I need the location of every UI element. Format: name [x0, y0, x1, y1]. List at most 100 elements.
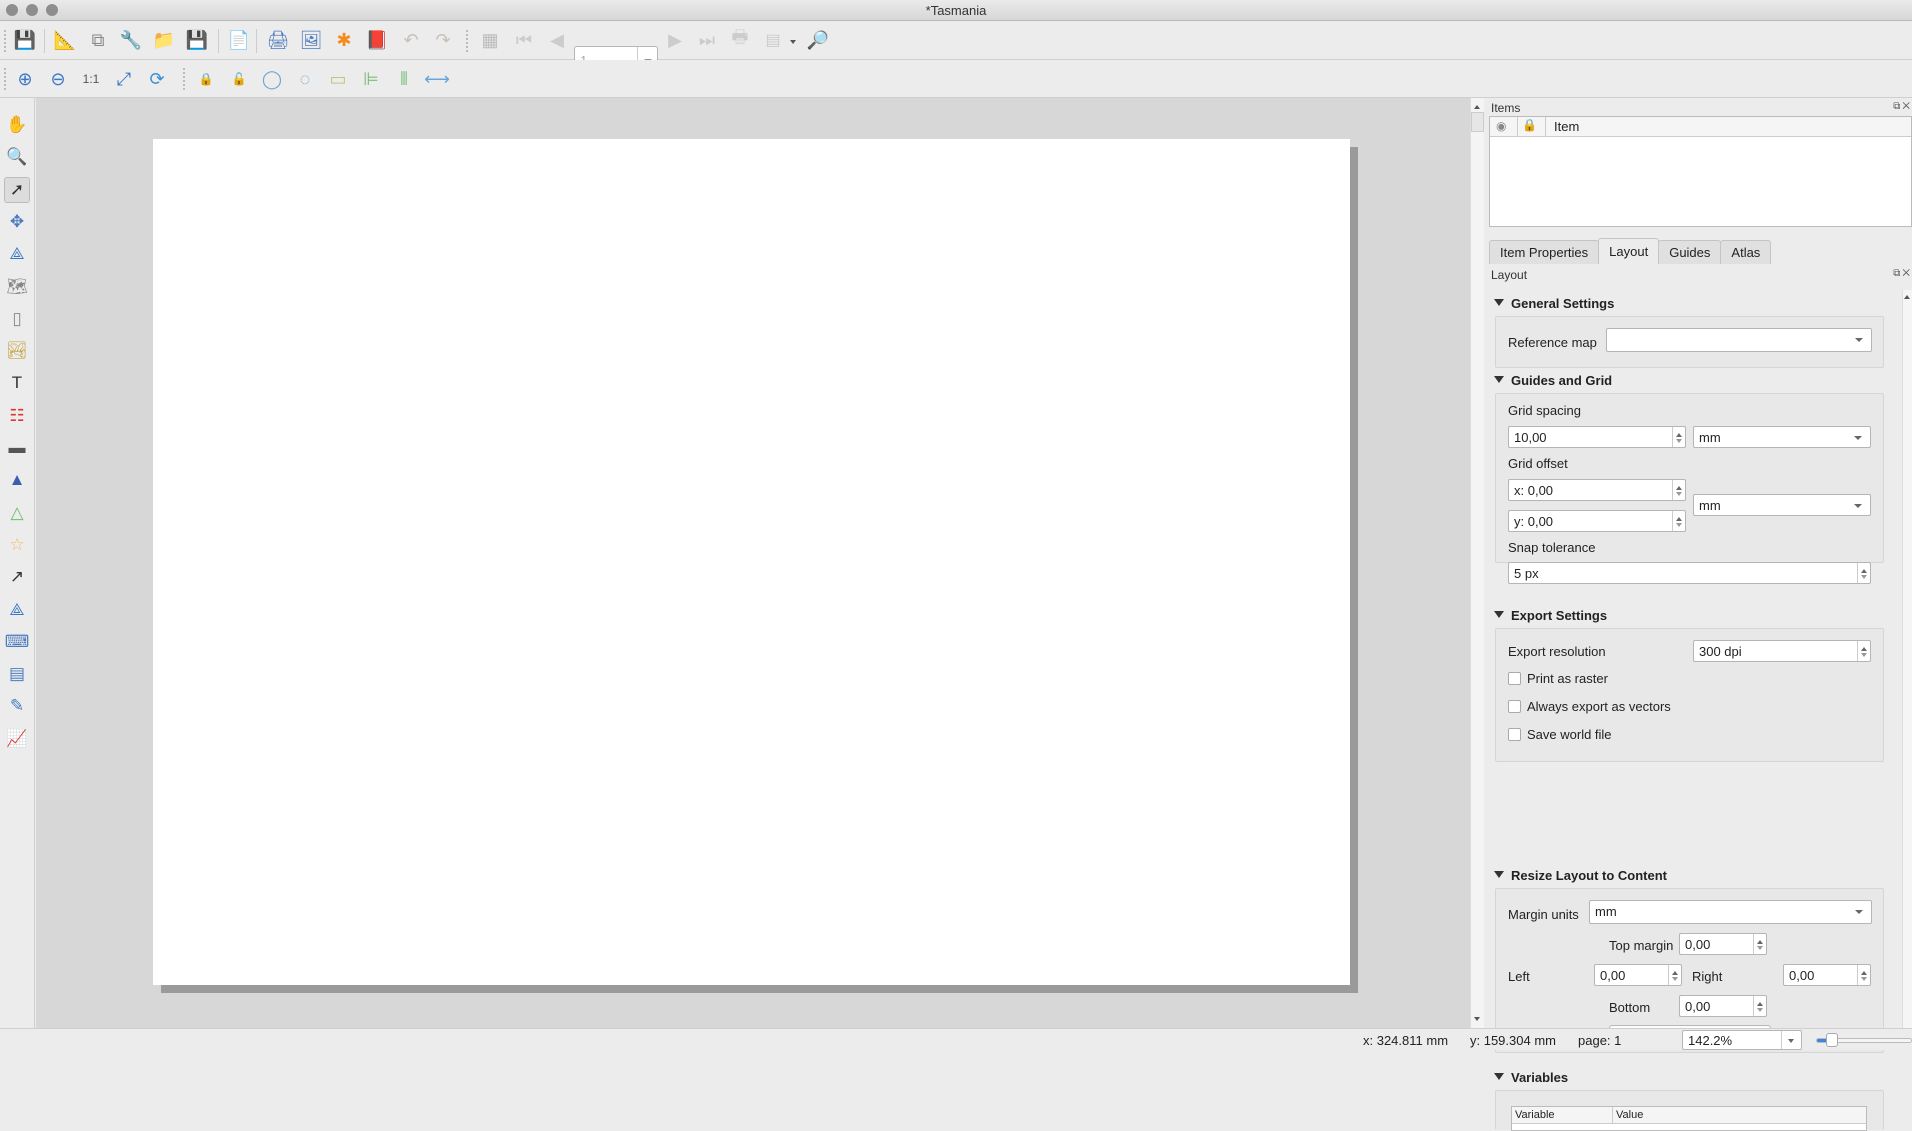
general-settings-header[interactable]: General Settings — [1494, 296, 1614, 311]
dock-float-close-icons[interactable]: ⧉✕ — [1893, 268, 1912, 279]
zoom-slider-handle[interactable] — [1826, 1033, 1839, 1047]
export-svg-icon[interactable]: ✱ — [331, 27, 357, 53]
grid-offset-x-input[interactable]: x: 0,00 — [1508, 479, 1686, 501]
toolbar-grip[interactable] — [4, 68, 8, 90]
top-margin-input[interactable]: 0,00 — [1679, 933, 1767, 955]
layout-page[interactable] — [153, 139, 1350, 985]
scroll-up-icon[interactable] — [1904, 292, 1910, 299]
first-feature-icon[interactable]: ⏮ — [511, 27, 537, 53]
add-legend-icon[interactable]: ☷ — [4, 403, 30, 429]
print-icon[interactable]: 🖨 — [265, 27, 291, 53]
print-atlas-icon[interactable]: 🖶 — [727, 27, 753, 53]
add-map-icon[interactable]: 🗺 — [4, 274, 30, 300]
lock-column-icon[interactable]: 🔒 — [1522, 118, 1537, 132]
edit-nodes-icon[interactable]: ⟁ — [4, 241, 30, 267]
variable-column-header[interactable]: Variable — [1515, 1109, 1555, 1121]
print-as-raster-label[interactable]: Print as raster — [1527, 671, 1608, 686]
toolbar-grip[interactable] — [183, 68, 187, 90]
resize-layout-header[interactable]: Resize Layout to Content — [1494, 868, 1667, 883]
variables-header[interactable]: Variables — [1494, 1070, 1568, 1085]
value-column-header[interactable]: Value — [1616, 1109, 1643, 1121]
zoom-combo[interactable]: 142.2% — [1682, 1030, 1802, 1050]
dock-float-close-icons[interactable]: ⧉✕ — [1893, 101, 1912, 112]
add-pages-icon[interactable]: 📄 — [226, 27, 252, 53]
save-world-file-checkbox[interactable] — [1508, 728, 1521, 741]
snap-tolerance-input[interactable]: 5 px — [1508, 562, 1871, 584]
export-image-icon[interactable]: 🖼 — [298, 27, 324, 53]
scroll-up-icon[interactable] — [1474, 102, 1480, 109]
add-scalebar-icon[interactable]: ▬ — [4, 435, 30, 461]
refresh-icon[interactable]: ⟳ — [144, 66, 170, 92]
lock-items-icon[interactable]: 🔒 — [193, 66, 219, 92]
spinner-arrows-icon[interactable] — [1857, 965, 1870, 985]
print-as-raster-checkbox[interactable] — [1508, 672, 1521, 685]
atlas-settings-icon[interactable]: 🔎 — [805, 27, 831, 53]
export-settings-header[interactable]: Export Settings — [1494, 608, 1607, 623]
redo-icon[interactable]: ↷ — [430, 27, 456, 53]
last-feature-icon[interactable]: ⏭ — [694, 27, 720, 53]
add-label-icon[interactable]: T — [4, 370, 30, 396]
spinner-arrows-icon[interactable] — [1753, 934, 1766, 954]
tab-guides[interactable]: Guides — [1658, 240, 1722, 264]
grid-spacing-unit-combo[interactable]: mm — [1693, 426, 1871, 448]
item-column-header[interactable]: Item — [1554, 119, 1579, 134]
distribute-items-icon[interactable]: ⫴ — [391, 66, 417, 92]
export-atlas-dropdown-icon[interactable] — [790, 40, 796, 47]
layout-manager-icon[interactable]: 🔧 — [118, 27, 144, 53]
select-move-icon[interactable]: ➚ — [4, 176, 30, 203]
zoom-actual-icon[interactable]: 1:1 — [78, 66, 104, 92]
always-export-vectors-checkbox[interactable] — [1508, 700, 1521, 713]
zoom-out-icon[interactable]: ⊖ — [45, 66, 71, 92]
zoom-in-icon[interactable]: ⊕ — [12, 66, 38, 92]
add-marker-icon[interactable]: ☆ — [4, 532, 30, 558]
add-fixed-table-icon[interactable]: ✎ — [4, 693, 30, 719]
reference-map-combo[interactable] — [1606, 328, 1872, 352]
grid-spacing-input[interactable]: 10,00 — [1508, 426, 1686, 448]
resize-items-icon[interactable]: ⟷ — [424, 66, 450, 92]
group-items-icon[interactable]: ◯ — [259, 66, 285, 92]
toolbar-grip[interactable] — [4, 30, 8, 52]
pan-icon[interactable]: ✋ — [4, 112, 30, 138]
duplicate-layout-icon[interactable]: ⧉ — [85, 27, 111, 53]
add-3d-map-icon[interactable]: ▯ — [4, 306, 30, 332]
scroll-down-icon[interactable] — [1474, 1017, 1480, 1024]
unlock-items-icon[interactable]: 🔓 — [226, 66, 252, 92]
tab-item-properties[interactable]: Item Properties — [1489, 240, 1600, 264]
items-tree[interactable]: ◉ 🔒 Item — [1489, 116, 1912, 227]
next-feature-icon[interactable]: ▶ — [662, 27, 688, 53]
left-margin-input[interactable]: 0,00 — [1594, 964, 1682, 986]
layout-canvas[interactable] — [36, 98, 1470, 1028]
spinner-arrows-icon[interactable] — [1753, 996, 1766, 1016]
toolbar-grip[interactable] — [466, 30, 470, 52]
previous-feature-icon[interactable]: ◀ — [544, 27, 570, 53]
grid-offset-unit-combo[interactable]: mm — [1693, 494, 1871, 516]
align-items-icon[interactable]: ⊫ — [358, 66, 384, 92]
export-resolution-input[interactable]: 300 dpi — [1693, 640, 1871, 662]
export-atlas-icon[interactable]: ▤ — [760, 27, 786, 53]
save-world-file-label[interactable]: Save world file — [1527, 727, 1612, 742]
tab-layout[interactable]: Layout — [1598, 238, 1660, 264]
grid-offset-y-input[interactable]: y: 0,00 — [1508, 510, 1686, 532]
add-shape-icon[interactable]: △ — [4, 500, 30, 526]
layout-panel-scrollbar[interactable] — [1902, 290, 1912, 1028]
variables-table[interactable]: Variable Value — [1511, 1106, 1867, 1131]
add-elevation-profile-icon[interactable]: 📈 — [4, 726, 30, 752]
add-arrow-icon[interactable]: ↗ — [4, 564, 30, 590]
export-pdf-icon[interactable]: 📕 — [364, 27, 390, 53]
spinner-arrows-icon[interactable] — [1857, 641, 1870, 661]
add-node-item-icon[interactable]: ⟁ — [4, 597, 30, 623]
zoom-slider[interactable] — [1816, 1033, 1912, 1047]
canvas-vertical-scrollbar[interactable] — [1470, 98, 1484, 1028]
atlas-preview-icon[interactable]: ▦ — [477, 27, 503, 53]
spinner-arrows-icon[interactable] — [1672, 427, 1685, 447]
new-layout-icon[interactable]: 📐 — [52, 27, 78, 53]
minimize-window-button[interactable] — [26, 4, 38, 16]
tab-atlas[interactable]: Atlas — [1720, 240, 1772, 264]
visibility-column-eye-icon[interactable]: ◉ — [1496, 119, 1506, 133]
move-content-icon[interactable]: ✥ — [4, 209, 30, 235]
right-margin-input[interactable]: 0,00 — [1783, 964, 1871, 986]
spinner-arrows-icon[interactable] — [1857, 563, 1870, 583]
margin-units-combo[interactable]: mm — [1589, 900, 1872, 924]
bottom-margin-input[interactable]: 0,00 — [1679, 995, 1767, 1017]
zoom-window-button[interactable] — [46, 4, 58, 16]
